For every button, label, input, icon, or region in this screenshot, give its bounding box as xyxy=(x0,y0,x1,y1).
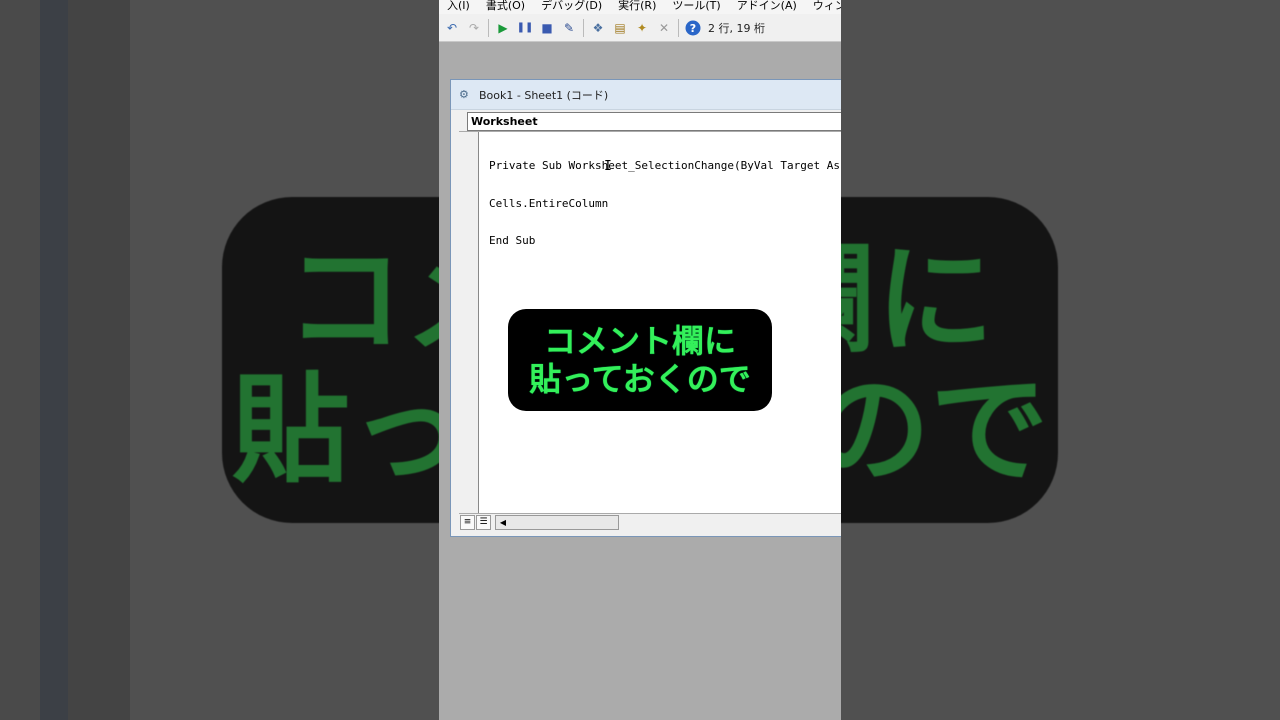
code-text[interactable]: Private Sub Worksheet_SelectionChange(By… xyxy=(489,135,840,273)
bg-strip xyxy=(0,0,40,720)
menu-item-tools[interactable]: ツール(T) xyxy=(664,0,728,14)
toolbar-separator xyxy=(488,18,489,37)
object-combo[interactable]: Worksheet xyxy=(467,112,841,131)
code-window-title: Book1 - Sheet1 (コード) xyxy=(479,88,609,102)
standard-toolbar: ↶ ↷ ▶ ❚❚ ■ ✎ ❖ ▤ ✦ ✕ ? 2 行, 19 桁 xyxy=(439,14,841,42)
menu-item-debug[interactable]: デバッグ(D) xyxy=(533,0,610,14)
menu-item-window[interactable]: ウィンドウ(W) xyxy=(805,0,841,14)
properties-icon[interactable]: ▤ xyxy=(609,17,631,39)
pause-icon[interactable]: ❚❚ xyxy=(514,17,536,39)
code-line: End Sub xyxy=(489,234,536,247)
run-icon[interactable]: ▶ xyxy=(492,17,514,39)
svg-text:?: ? xyxy=(690,22,696,35)
caption-line1: コメント欄に xyxy=(543,322,736,360)
design-mode-icon[interactable]: ✎ xyxy=(558,17,580,39)
toolbar-separator xyxy=(678,18,679,37)
code-window: ⚙ Book1 - Sheet1 (コード) Worksheet Private… xyxy=(450,79,841,537)
code-line: Private Sub Worksheet_SelectionChange(By… xyxy=(489,159,840,172)
procedure-view-icon[interactable]: ≡ xyxy=(460,514,475,530)
horizontal-scrollbar[interactable]: ◀ xyxy=(495,514,619,530)
code-window-icon: ⚙ xyxy=(459,87,469,101)
menu-bar: 入(I) 書式(O) デバッグ(D) 実行(R) ツール(T) アドイン(A) … xyxy=(439,0,841,14)
vba-editor-crop: 入(I) 書式(O) デバッグ(D) 実行(R) ツール(T) アドイン(A) … xyxy=(439,0,841,720)
caption-overlay: コメント欄に 貼っておくので xyxy=(508,309,772,411)
help-icon[interactable]: ? xyxy=(682,17,704,39)
toolbar-separator xyxy=(583,18,584,37)
redo-icon[interactable]: ↷ xyxy=(463,17,485,39)
menu-item-format[interactable]: 書式(O) xyxy=(478,0,533,14)
indicator-margin xyxy=(459,132,479,517)
menu-item-insert[interactable]: 入(I) xyxy=(439,0,478,14)
object-browser-icon[interactable]: ✦ xyxy=(631,17,653,39)
cursor-position: 2 行, 19 桁 xyxy=(708,21,765,35)
menu-item-run[interactable]: 実行(R) xyxy=(610,0,664,14)
bg-strip xyxy=(40,0,68,720)
bg-strip xyxy=(68,0,130,720)
stop-icon[interactable]: ■ xyxy=(536,17,558,39)
full-module-view-icon[interactable]: ☰ xyxy=(476,514,491,530)
project-explorer-icon[interactable]: ❖ xyxy=(587,17,609,39)
undo-icon[interactable]: ↶ xyxy=(441,17,463,39)
scroll-left-icon[interactable]: ◀ xyxy=(496,518,510,527)
code-window-titlebar[interactable]: ⚙ Book1 - Sheet1 (コード) xyxy=(451,80,841,110)
code-window-footer: ≡ ☰ ◀ xyxy=(459,513,841,530)
toolbox-icon[interactable]: ✕ xyxy=(653,17,675,39)
caption-line2: 貼っておくので xyxy=(529,360,751,398)
code-line: Cells.EntireColumn xyxy=(489,196,609,210)
menu-item-addins[interactable]: アドイン(A) xyxy=(729,0,805,14)
ibeam-cursor-icon: I xyxy=(604,159,612,174)
